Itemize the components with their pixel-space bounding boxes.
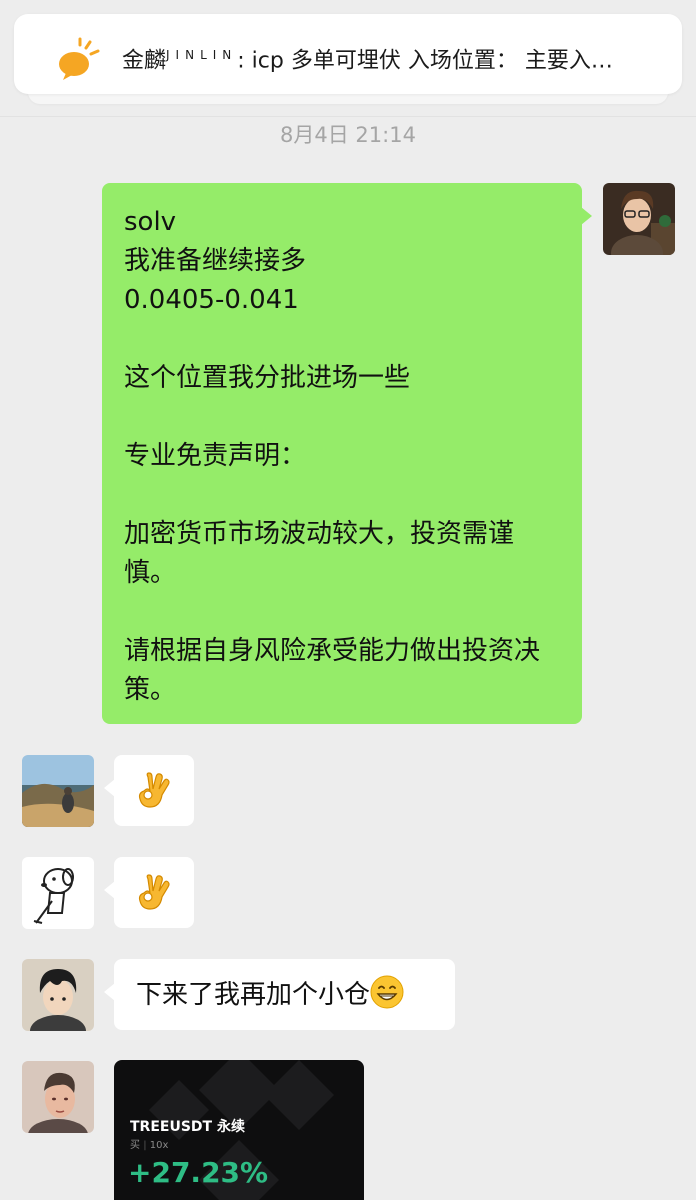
- notice-sender-tag: JINLIN: [166, 48, 238, 62]
- trade-pair: TREEUSDT 永续: [130, 1119, 245, 1135]
- trade-side: 买: [130, 1140, 140, 1151]
- trade-leverage: 10x: [149, 1140, 169, 1151]
- trade-share-card[interactable]: TREEUSDT 永续 买 | 10x +27.23%: [114, 1060, 364, 1200]
- ok-hand-emoji: [138, 874, 170, 910]
- reply1-bubble[interactable]: [114, 755, 194, 826]
- sender-avatar-man[interactable]: [22, 1061, 94, 1133]
- announcement-icon: [59, 37, 100, 80]
- own-message-text: solv 我准备继续接多 0.0405-0.041 这个位置我分批进场一些 专业…: [124, 207, 541, 705]
- notice-text: 金麟JINLIN: icp 多单可埋伏 入场位置： 主要入…: [122, 40, 662, 76]
- trade-meta-separator: |: [143, 1140, 147, 1151]
- trade-pnl: +27.23%: [128, 1156, 269, 1189]
- own-avatar[interactable]: [603, 183, 675, 255]
- header-divider: [0, 116, 696, 117]
- own-bubble-tail: [581, 207, 592, 225]
- sender-avatar-anime-boy[interactable]: [22, 959, 94, 1031]
- notice-body: : icp 多单可埋伏 入场位置： 主要入…: [237, 48, 613, 74]
- sender-avatar-coast[interactable]: [22, 755, 94, 827]
- ok-hand-emoji: [138, 772, 170, 808]
- reply3-text-line: 下来了我再加个小仓: [136, 975, 437, 1015]
- pinned-notice[interactable]: 金麟JINLIN: icp 多单可埋伏 入场位置： 主要入…: [14, 14, 682, 94]
- reply3-text: 下来了我再加个小仓: [136, 980, 371, 1010]
- reply3-bubble[interactable]: 下来了我再加个小仓: [114, 959, 455, 1030]
- notice-sender: 金麟: [122, 48, 167, 74]
- message-timestamp: 8月4日 21:14: [280, 123, 416, 147]
- grin-emoji: [370, 975, 404, 1009]
- own-message-bubble[interactable]: solv 我准备继续接多 0.0405-0.041 这个位置我分批进场一些 专业…: [102, 183, 582, 724]
- reply2-bubble[interactable]: [114, 857, 194, 928]
- trade-meta: 买 | 10x: [130, 1136, 168, 1151]
- sender-avatar-dog-sketch[interactable]: [22, 857, 94, 929]
